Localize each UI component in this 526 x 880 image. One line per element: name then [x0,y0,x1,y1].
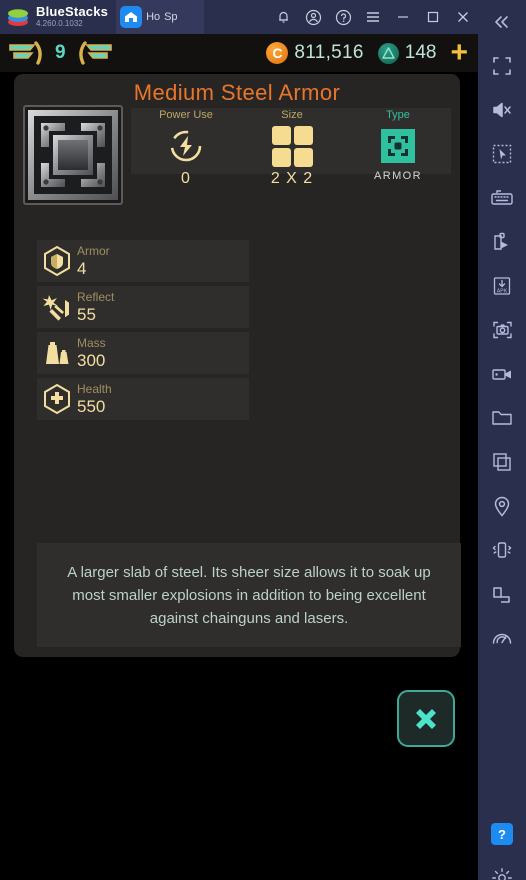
type-value: ARMOR [374,170,422,182]
home-icon [120,6,143,28]
gem-value: 148 [404,42,437,63]
table-row: Health 550 [37,378,249,420]
clipboard-play-icon[interactable] [478,220,526,264]
svg-text:APK: APK [497,288,508,294]
type-label: Type [386,109,410,121]
copy-windows-icon[interactable] [478,440,526,484]
stat-value: 300 [77,351,106,370]
currency-group: C 811,516 148 + [266,38,478,68]
tab-strip: Ho Sp [4,0,482,880]
stat-label: Armor [77,244,110,258]
stat-text: Reflect 55 [77,290,114,324]
power-bolt-gauge-icon [133,122,239,170]
table-row: Mass 300 [37,332,249,374]
gear-icon[interactable] [478,856,526,880]
bluestacks-window: BlueStacks 4.260.0.1032 Ho Sp 9 C 811,51… [0,0,526,880]
header-stat-box: Power Use 0 Size 2 X 2 Type ARMOR [131,108,451,187]
stat-value: 550 [77,397,106,416]
cursor-select-icon[interactable] [478,132,526,176]
item-title: Medium Steel Armor [133,80,341,105]
maximize-button[interactable] [418,0,448,34]
shake-phone-icon[interactable] [478,528,526,572]
game-viewport: 9 C 811,516 148 + Medium Steel Armor Pow… [0,34,478,880]
item-description: A larger slab of steel. Its sheer size a… [67,563,431,627]
stat-value: 4 [77,259,87,278]
minimize-button[interactable] [388,0,418,34]
bluestacks-sidebar: APK ? [478,0,526,880]
item-description-box: A larger slab of steel. Its sheer size a… [37,543,461,647]
header-stat-type: Type ARMOR [345,108,451,182]
titlebar: BlueStacks 4.260.0.1032 Ho Sp [0,0,482,880]
game-topbar: 9 C 811,516 148 + [0,34,478,72]
speaker-mute-icon[interactable] [478,88,526,132]
notifications-button[interactable] [268,0,298,34]
reflect-icon [37,286,77,328]
add-currency-button[interactable]: + [450,38,468,68]
header-stat-size: Size 2 X 2 [239,108,345,188]
app-name: BlueStacks [36,4,109,19]
stat-label: Health [77,382,112,396]
stat-text: Armor 4 [77,244,110,278]
gem-icon [377,42,399,64]
size-value: 2 X 2 [270,170,314,187]
tab-home-label: Ho [146,11,161,23]
power-use-value: 0 [181,170,191,187]
camera-icon[interactable] [478,308,526,352]
fullscreen-button[interactable] [478,44,526,88]
gem-group: 148 [377,42,437,64]
tab-game-label: Sp [164,11,178,23]
bluestacks-logo-icon [4,0,32,34]
stat-text: Health 550 [77,382,112,416]
close-icon[interactable] [448,0,478,34]
shield-hex-icon [37,240,77,282]
coin-icon: C [266,42,289,64]
tab-game[interactable]: Sp [4,0,482,880]
keyboard-icon[interactable] [478,176,526,220]
armor-type-icon [345,122,451,170]
item-stat-list: Armor 4 Reflect 55 Mass 300 Health 550 [37,240,249,424]
account-button[interactable] [298,0,328,34]
power-use-label: Power Use [159,109,213,121]
window-buttons [268,0,478,34]
item-thumbnail [23,105,123,205]
app-name-block: BlueStacks 4.260.0.1032 [36,5,108,29]
video-camera-icon[interactable] [478,352,526,396]
apk-download-icon[interactable]: APK [478,264,526,308]
table-row: Armor 4 [37,240,249,282]
rank-value: 9 [55,42,66,63]
question-mark-icon: ? [491,823,513,845]
weights-icon [37,332,77,374]
item-detail-panel: Medium Steel Armor Power Use 0 Size 2 X … [14,74,461,657]
size-grid-icon [239,122,345,170]
gauge-icon[interactable] [478,616,526,660]
app-version: 4.260.0.1032 [36,19,83,28]
stat-label: Mass [77,336,106,350]
health-plus-hex-icon [37,378,77,420]
size-label: Size [281,109,303,121]
help-button[interactable] [328,0,358,34]
help-sidebar-button[interactable]: ? [478,812,526,856]
close-detail-button[interactable] [397,690,455,747]
collapse-sidebar-button[interactable] [478,0,526,44]
item-header-row: Power Use 0 Size 2 X 2 Type ARMOR [23,105,451,205]
folder-icon[interactable] [478,396,526,440]
stat-value: 55 [77,305,96,324]
rank-emblem: 9 [8,40,113,66]
stat-label: Reflect [77,290,115,304]
table-row: Reflect 55 [37,286,249,328]
tab-home[interactable]: Ho [116,0,161,34]
rotate-screen-icon[interactable] [478,572,526,616]
header-stat-power-use: Power Use 0 [133,108,239,188]
coin-value: 811,516 [294,42,364,63]
stat-text: Mass 300 [77,336,106,370]
location-pin-icon[interactable] [478,484,526,528]
menu-button[interactable] [358,0,388,34]
